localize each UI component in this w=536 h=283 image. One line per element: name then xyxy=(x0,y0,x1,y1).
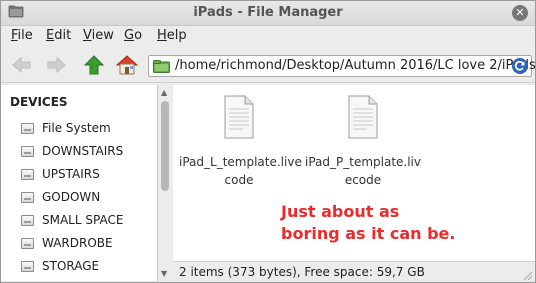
device-label: UPSTAIRS xyxy=(42,167,100,181)
menu-help[interactable]: Help xyxy=(157,28,187,43)
menu-view[interactable]: View xyxy=(83,28,114,43)
status-text: 2 items (373 bytes), Free space: 59,7 GB xyxy=(179,265,425,279)
folder-icon xyxy=(153,60,170,73)
drive-icon xyxy=(21,192,34,203)
drive-icon xyxy=(21,123,34,134)
device-label: STORAGE xyxy=(42,259,100,273)
device-item[interactable]: DOWNSTAIRS xyxy=(21,142,151,160)
device-label: GODOWN xyxy=(42,190,101,204)
up-arrow-icon xyxy=(83,55,105,75)
folder-view[interactable]: iPad_L_template.live code iPad_P_templat… xyxy=(173,85,535,261)
drive-icon xyxy=(21,215,34,226)
device-label: DOWNSTAIRS xyxy=(42,144,124,158)
close-window-button[interactable]: ✕ xyxy=(512,5,528,21)
side-pane-scrollbar[interactable]: ▲ ▼ xyxy=(158,85,172,281)
device-item[interactable]: File System xyxy=(21,119,151,137)
device-item[interactable]: GODOWN xyxy=(21,188,151,206)
menu-bar: File Edit View Go Help xyxy=(1,26,535,47)
scroll-down-icon[interactable]: ▼ xyxy=(161,269,167,278)
device-item[interactable]: UPSTAIRS xyxy=(21,165,151,183)
file-name: iPad_L_template.live code xyxy=(179,155,302,187)
drive-icon xyxy=(21,169,34,180)
drive-icon xyxy=(21,146,34,157)
resize-grip-icon[interactable] xyxy=(523,271,533,281)
file-manager-window: iPads - File Manager ✕ File Edit View Go… xyxy=(0,0,536,283)
menu-go[interactable]: Go xyxy=(124,28,142,43)
file-name: iPad_P_template.liv ecode xyxy=(305,155,421,187)
file-item[interactable]: iPad_L_template.live code xyxy=(179,95,302,187)
forward-arrow-icon xyxy=(47,56,66,74)
location-bar[interactable]: /home/richmond/Desktop/Autumn 2016/LC lo… xyxy=(148,55,535,77)
drive-icon xyxy=(21,261,34,272)
status-bar: 2 items (373 bytes), Free space: 59,7 GB xyxy=(173,261,535,282)
drive-icon xyxy=(21,238,34,249)
home-icon xyxy=(115,55,139,75)
back-button[interactable] xyxy=(9,53,35,77)
device-item[interactable]: STORAGE xyxy=(21,257,151,275)
scroll-up-icon[interactable]: ▲ xyxy=(161,88,167,97)
device-label: WARDROBE xyxy=(42,236,113,250)
side-pane: DEVICES File System DOWNSTAIRS UPSTAIRS … xyxy=(1,85,158,281)
location-path[interactable]: /home/richmond/Desktop/Autumn 2016/LC lo… xyxy=(175,58,535,73)
window-title: iPads - File Manager xyxy=(193,5,343,20)
devices-header: DEVICES xyxy=(10,95,68,109)
home-button[interactable] xyxy=(114,53,140,77)
file-item[interactable]: iPad_P_template.liv ecode xyxy=(303,95,423,187)
document-icon xyxy=(348,95,378,139)
device-item[interactable]: SMALL SPACE xyxy=(21,211,151,229)
reload-button[interactable] xyxy=(511,57,529,75)
device-label: SMALL SPACE xyxy=(42,213,124,227)
annotation-text: Just about as boring as it can be. xyxy=(281,202,456,243)
scrollbar-thumb[interactable] xyxy=(161,101,169,191)
document-icon xyxy=(224,95,254,139)
menu-file[interactable]: File xyxy=(11,28,33,43)
device-item[interactable]: WARDROBE xyxy=(21,234,151,252)
menu-edit[interactable]: Edit xyxy=(46,28,71,43)
close-icon: ✕ xyxy=(515,6,525,19)
forward-button[interactable] xyxy=(43,53,69,77)
device-label: File System xyxy=(42,121,111,135)
reload-icon xyxy=(512,58,528,74)
title-bar[interactable]: iPads - File Manager ✕ xyxy=(1,1,535,26)
go-up-button[interactable] xyxy=(81,53,107,77)
back-arrow-icon xyxy=(12,56,31,74)
